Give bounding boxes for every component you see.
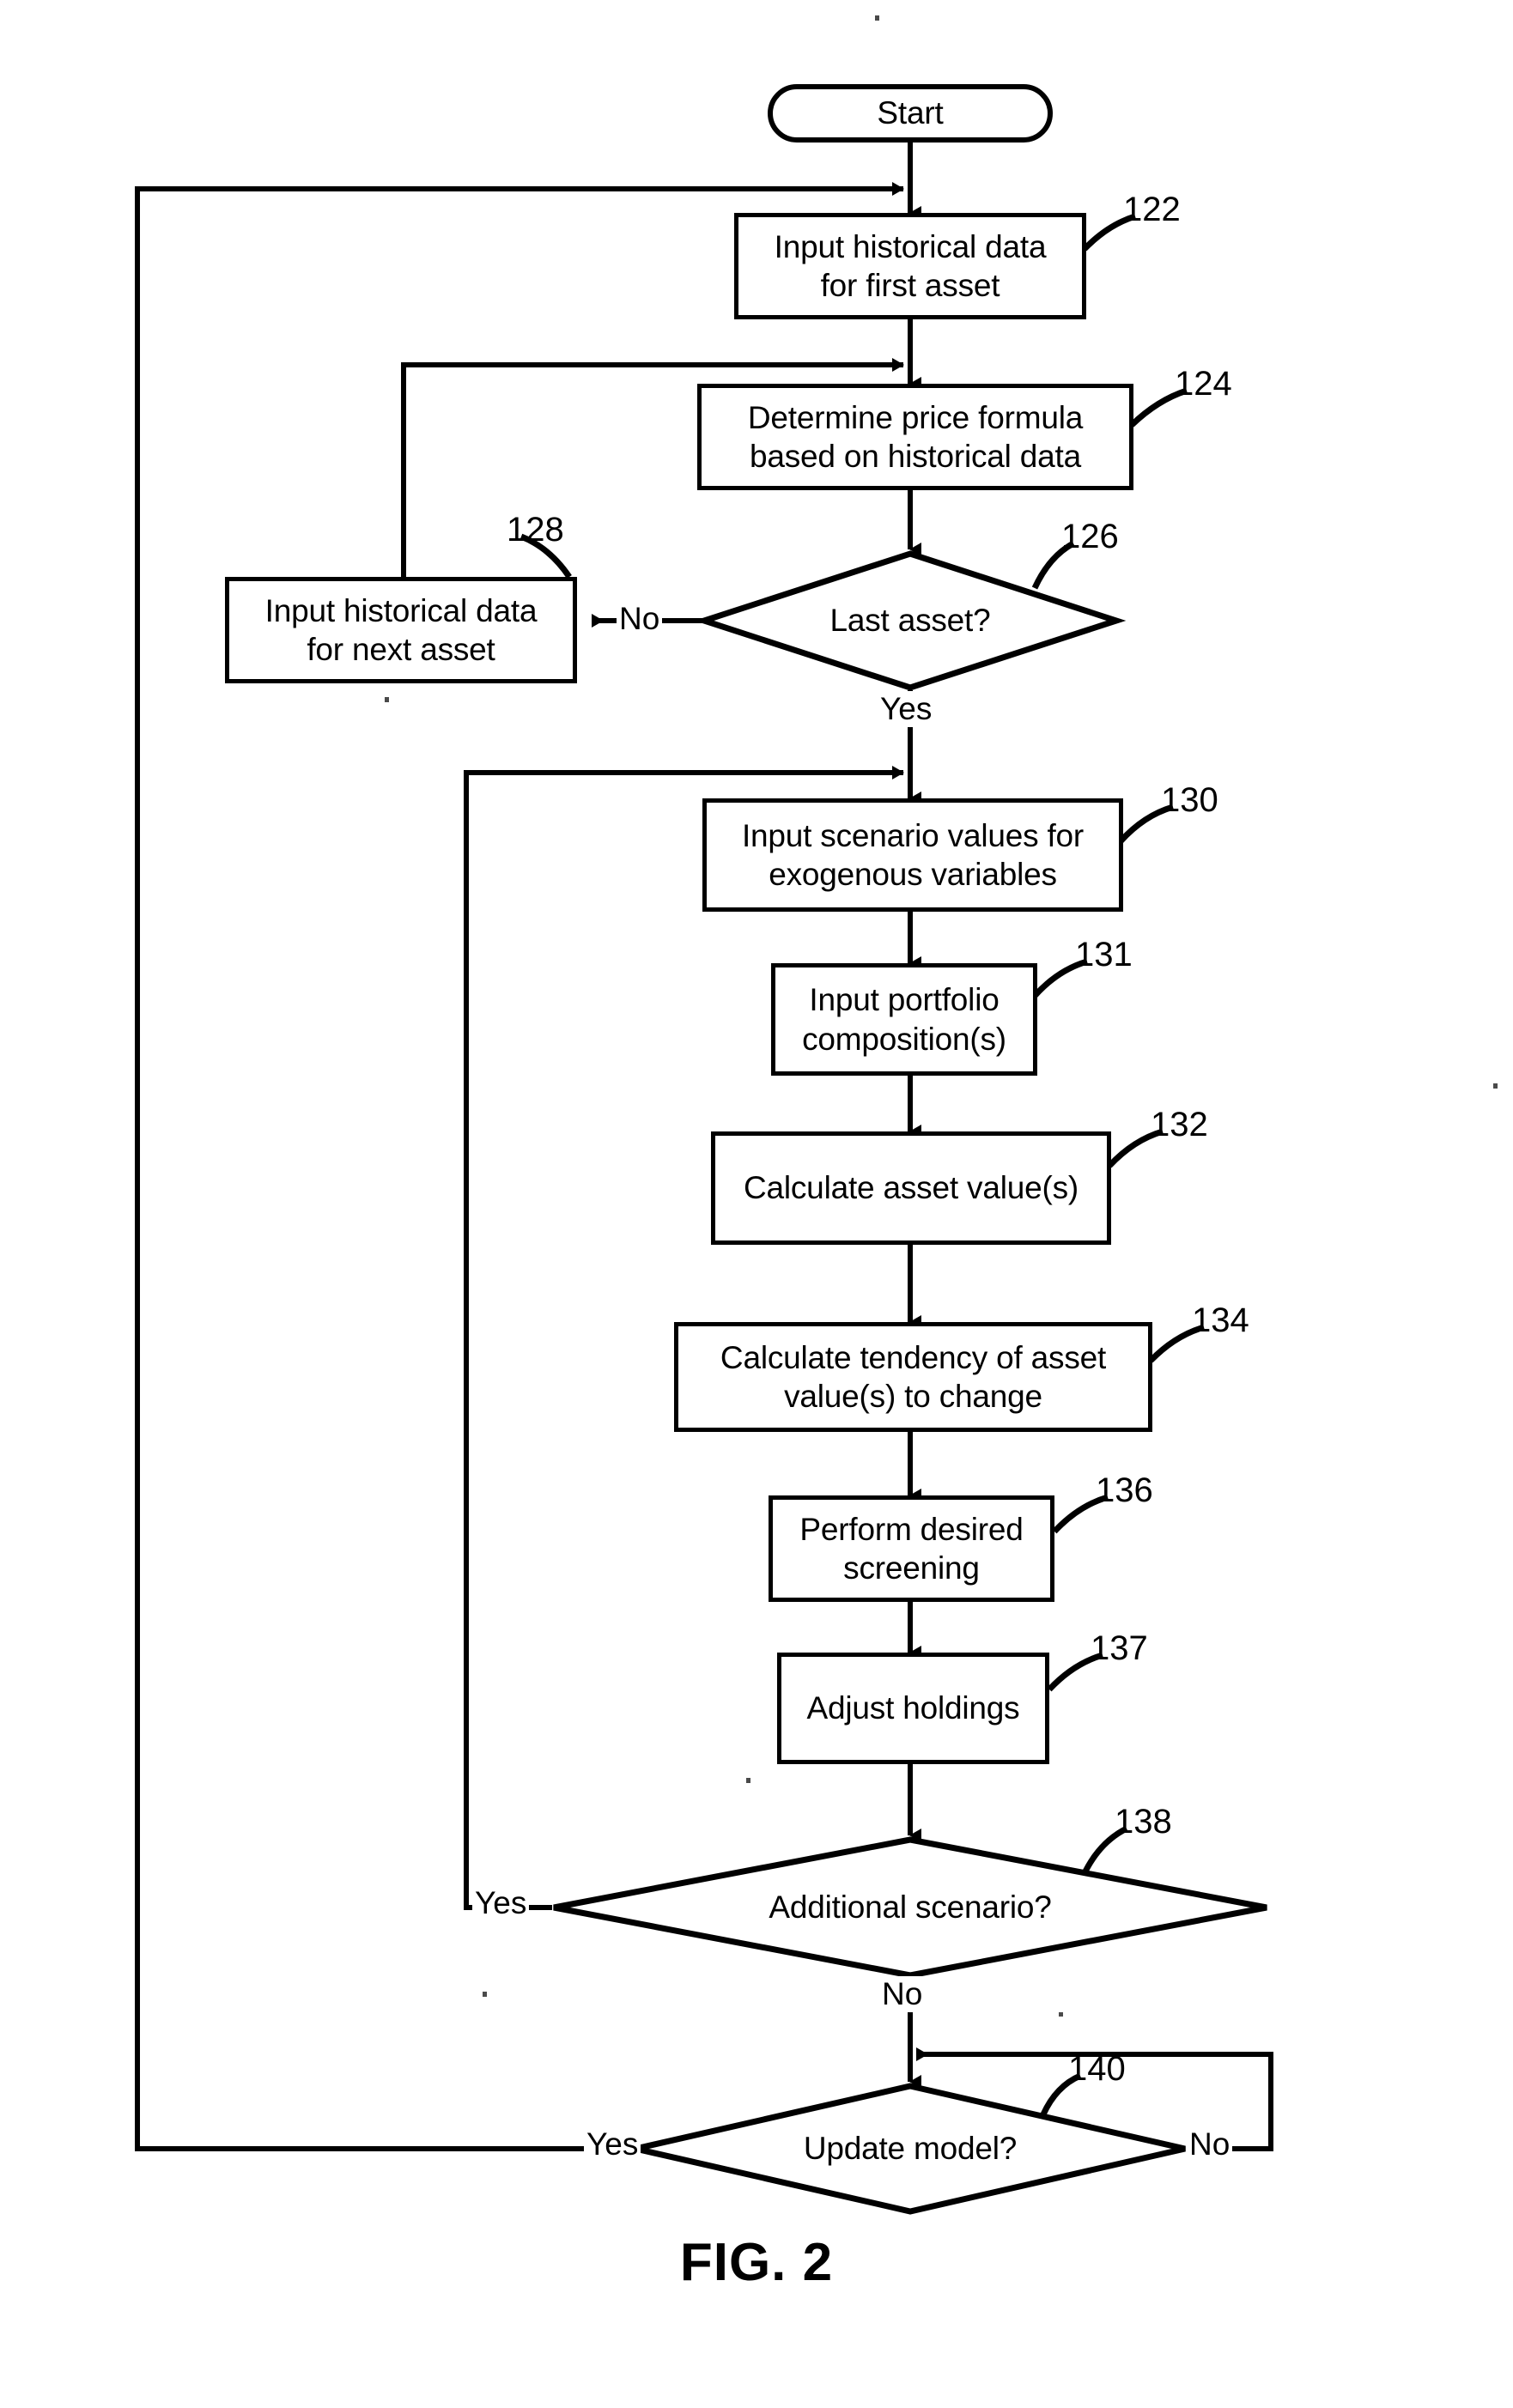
node-122-label: Input historical data for first asset [774,228,1047,303]
ref-numeral-122: 122 [1123,191,1181,228]
edge-label-140-no: No [1187,2126,1233,2162]
node-137-label: Adjust holdings [806,1690,1020,1726]
edge-label-140-yes: Yes [584,2126,641,2162]
node-132-label: Calculate asset value(s) [743,1170,1079,1206]
node-122-input-historical-first-asset[interactable]: Input historical data for first asset [734,213,1086,319]
ref-numeral-131: 131 [1075,936,1133,974]
edge-label-126-yes: Yes [878,691,935,727]
ref-numeral-126: 126 [1061,518,1119,555]
scan-speck [1059,2012,1063,2017]
node-136-perform-desired-screening[interactable]: Perform desired screening [769,1495,1054,1602]
node-start-label: Start [877,95,944,131]
ref-numeral-136: 136 [1096,1471,1153,1509]
ref-numeral-137: 137 [1091,1629,1148,1667]
edge-label-138-no: No [879,1976,926,2012]
node-124-determine-price-formula[interactable]: Determine price formula based on histori… [697,384,1133,490]
ref-numeral-124: 124 [1175,365,1232,403]
scan-speck [385,697,389,702]
ref-numeral-138: 138 [1115,1803,1172,1841]
node-132-calculate-asset-values[interactable]: Calculate asset value(s) [711,1131,1111,1245]
ref-numeral-128: 128 [507,511,564,549]
node-128-label: Input historical data for next asset [264,592,538,667]
node-134-calculate-tendency[interactable]: Calculate tendency of asset value(s) to … [674,1322,1152,1432]
node-start[interactable]: Start [768,84,1053,143]
ref-numeral-140: 140 [1068,2050,1126,2088]
edge-label-126-no: No [617,601,663,637]
node-131-input-portfolio-composition[interactable]: Input portfolio composition(s) [771,963,1037,1076]
figure-caption: FIG. 2 [679,2233,834,2292]
figure-page: Start Input historical data for first as… [0,0,1513,2408]
ref-numeral-132: 132 [1151,1106,1208,1143]
node-134-label: Calculate tendency of asset value(s) to … [720,1339,1107,1414]
ref-numeral-130: 130 [1161,781,1218,819]
ref-numeral-134: 134 [1192,1301,1249,1339]
decision-140-shape [635,2083,1186,2215]
node-137-adjust-holdings[interactable]: Adjust holdings [777,1653,1049,1764]
node-128-input-historical-next-asset[interactable]: Input historical data for next asset [225,577,577,683]
scan-speck [746,1778,750,1783]
node-130-input-scenario-values[interactable]: Input scenario values for exogenous vari… [702,798,1123,912]
node-131-label: Input portfolio composition(s) [802,982,1006,1057]
decision-138-shape [553,1836,1267,1979]
scan-speck [483,1992,487,1997]
decision-126-shape [694,550,1127,691]
scan-speck [1493,1083,1498,1089]
edge-label-138-yes: Yes [472,1885,530,1921]
scan-speck [875,15,879,21]
node-124-label: Determine price formula based on histori… [747,399,1084,474]
node-130-label: Input scenario values for exogenous vari… [741,817,1085,892]
node-136-label: Perform desired screening [799,1511,1024,1586]
